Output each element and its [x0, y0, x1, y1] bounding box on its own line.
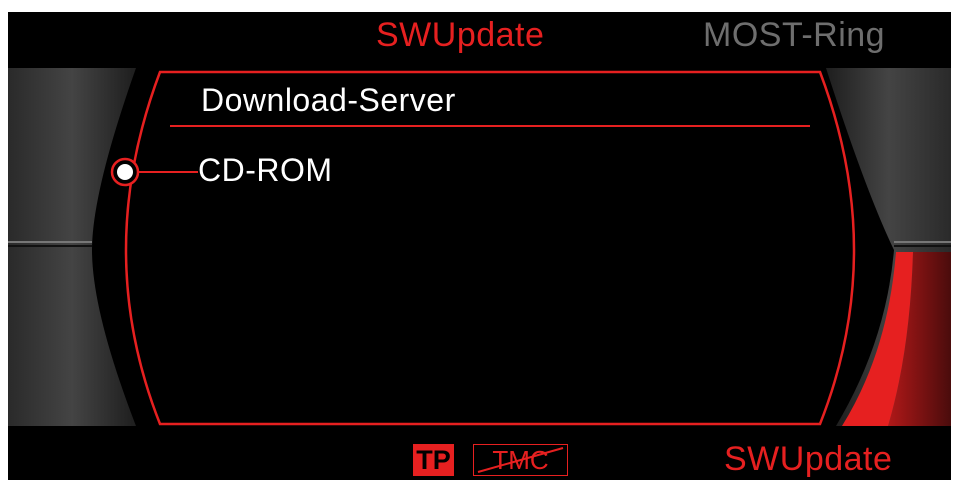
- softkey-swupdate[interactable]: SWUpdate: [724, 440, 892, 479]
- tp-badge: TP: [413, 444, 454, 476]
- menu-item-label: CD-ROM: [198, 152, 333, 188]
- tmc-badge: TMC: [473, 444, 568, 476]
- menu-frame: [124, 70, 856, 426]
- menu-title: Download-Server: [201, 82, 456, 118]
- display-frame: [8, 68, 951, 426]
- scroll-indicator: [842, 252, 951, 426]
- tab-most-ring[interactable]: MOST-Ring: [703, 16, 885, 55]
- tab-swupdate[interactable]: SWUpdate: [376, 16, 544, 55]
- left-bezel: [8, 68, 136, 426]
- strikethrough-icon: [477, 447, 564, 473]
- menu-item-cd-rom[interactable]: CD-ROM: [108, 152, 428, 192]
- mmi-screen: SWUpdate MOST-Ring Download-Server CD-RO…: [8, 12, 951, 480]
